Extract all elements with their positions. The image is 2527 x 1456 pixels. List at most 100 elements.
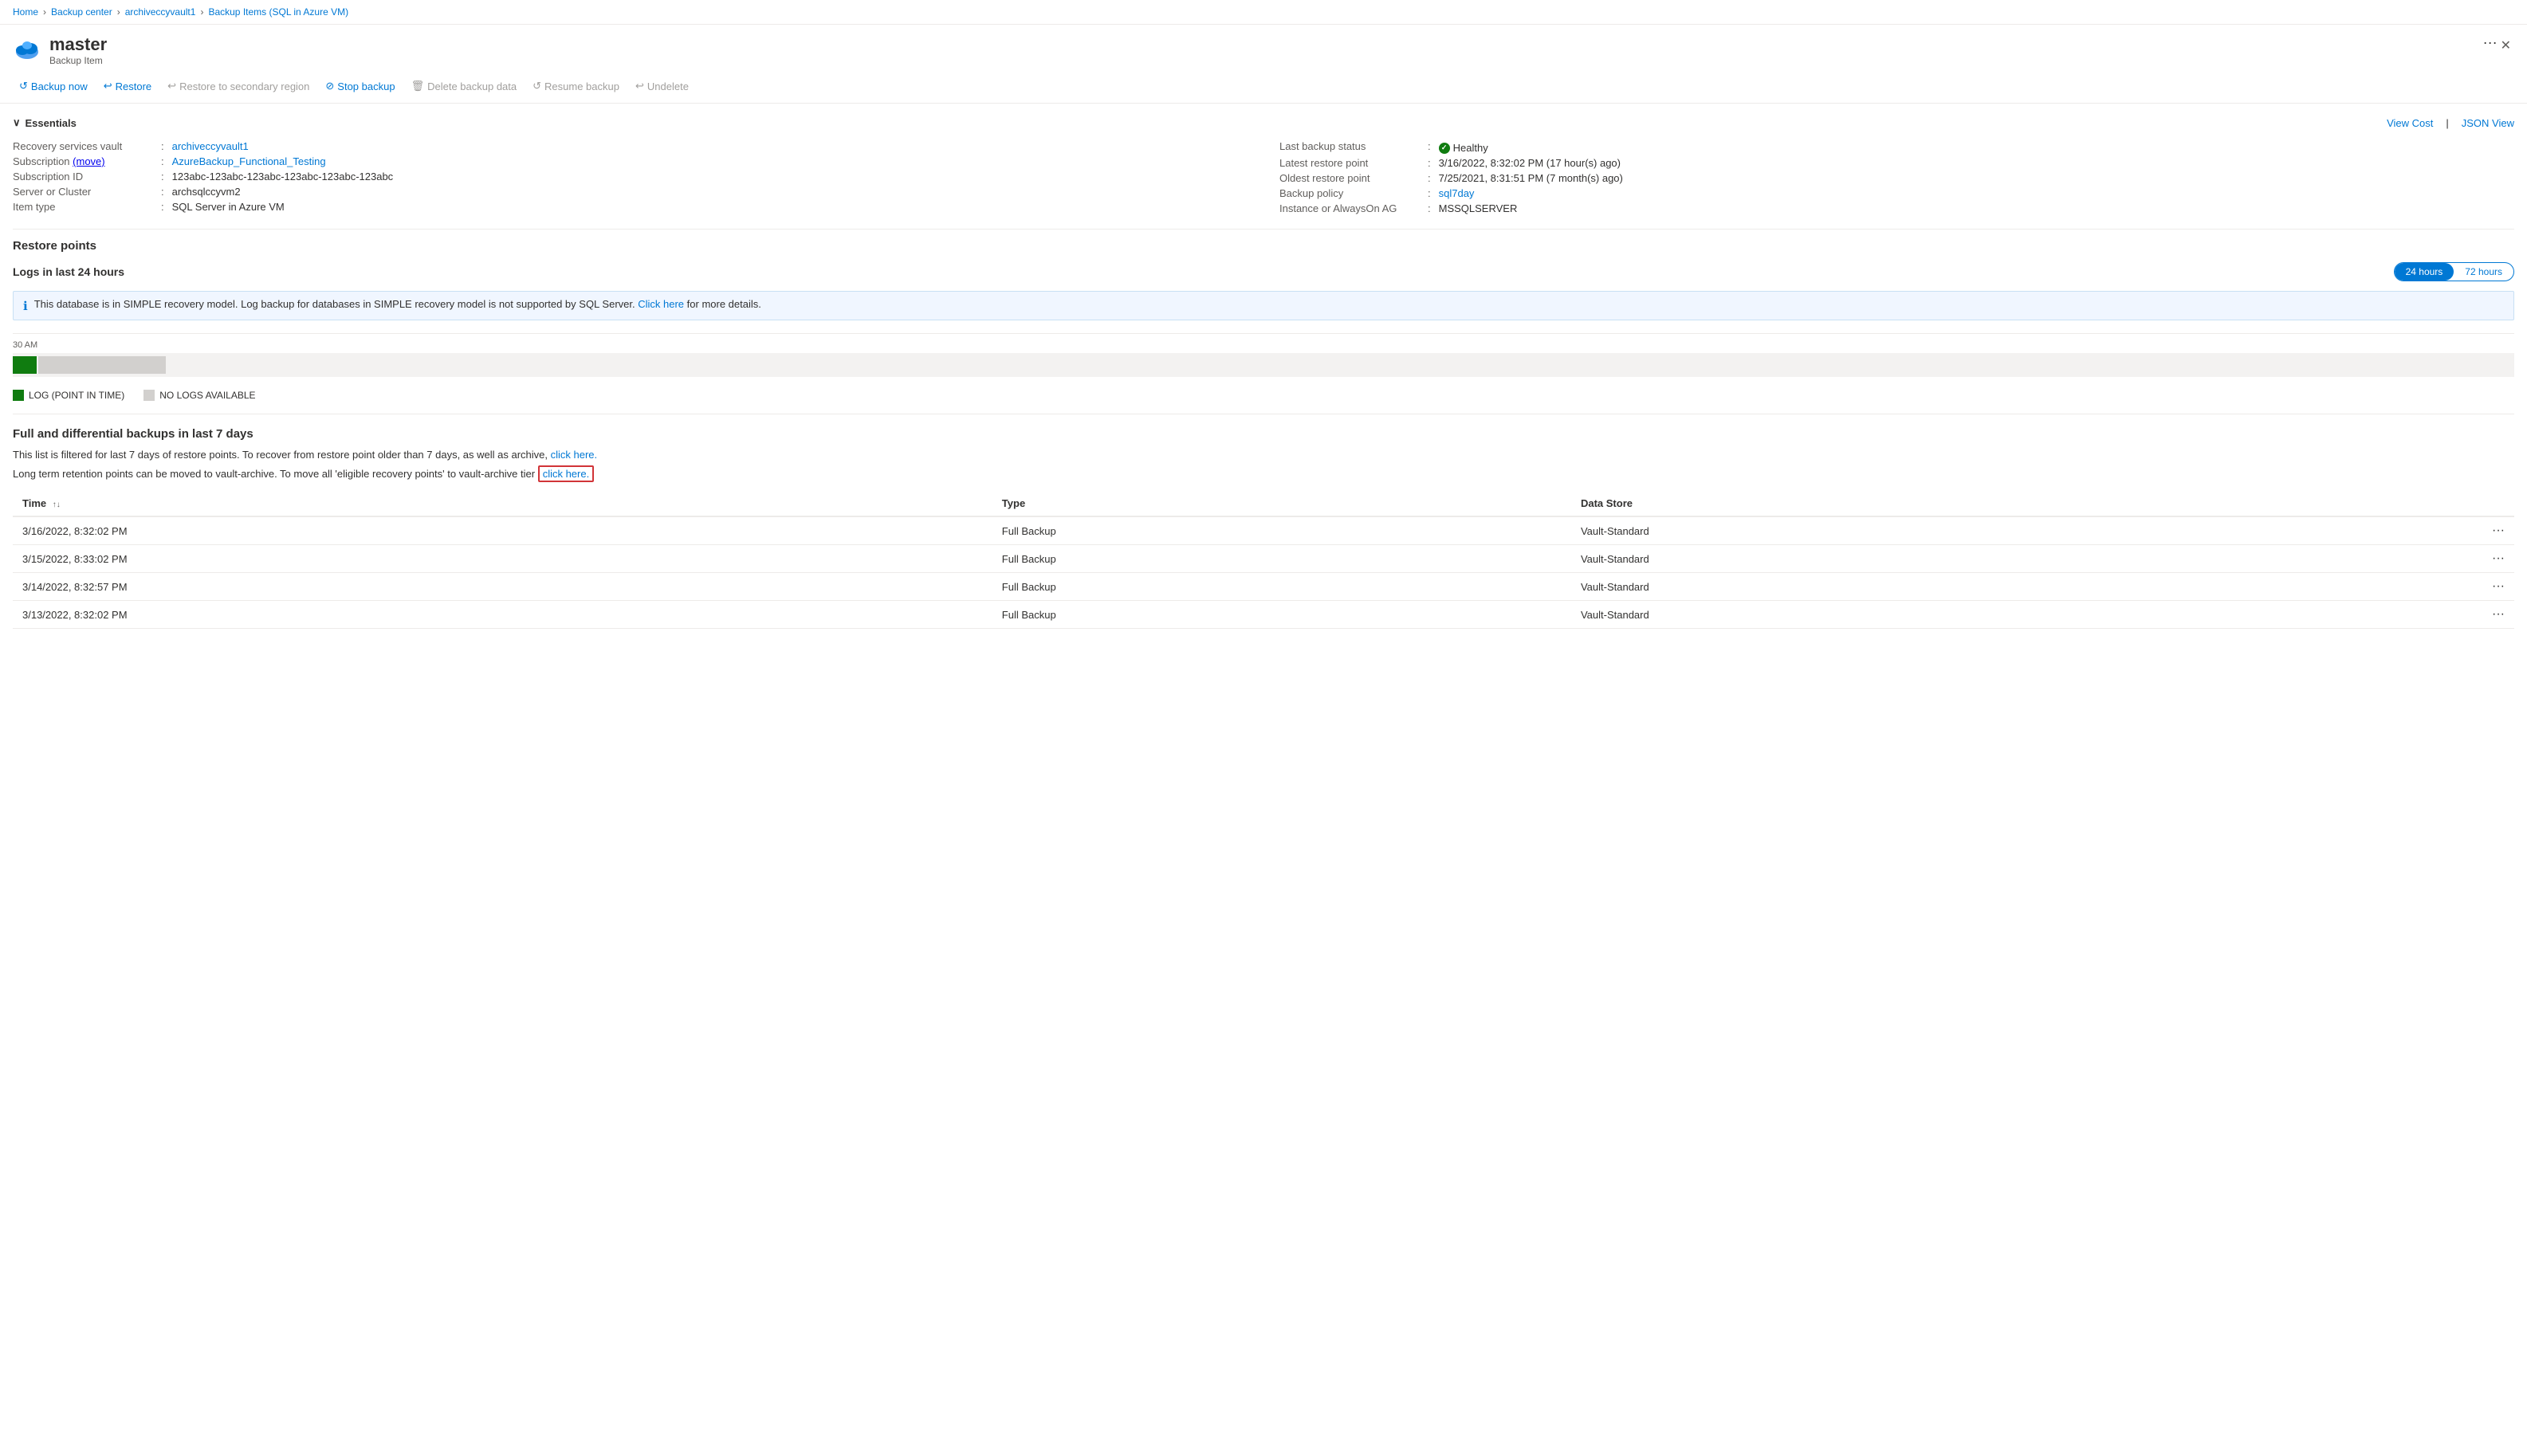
fd-link-2[interactable]: click here. [543, 468, 590, 480]
cell-row-menu[interactable]: ··· [2262, 516, 2514, 545]
row-menu-button[interactable]: ··· [2492, 524, 2505, 537]
row-menu-button[interactable]: ··· [2492, 551, 2505, 565]
app-icon [13, 34, 41, 63]
cell-row-menu[interactable]: ··· [2262, 545, 2514, 573]
breadcrumb-sep-3: › [200, 6, 203, 18]
essentials-row-vault: Recovery services vault : archiveccyvaul… [13, 139, 1248, 154]
hours-toggle-group: 24 hours 72 hours [2394, 262, 2514, 281]
json-view-link[interactable]: JSON View [2462, 117, 2514, 129]
backup-now-icon: ↺ [19, 80, 28, 92]
subscription-link[interactable]: AzureBackup_Functional_Testing [172, 155, 326, 167]
table-row: 3/14/2022, 8:32:57 PM Full Backup Vault-… [13, 573, 2514, 601]
essentials-row-server: Server or Cluster : archsqlccyvm2 [13, 184, 1248, 199]
main-content: ∨ Essentials View Cost | JSON View Recov… [0, 104, 2527, 642]
table-body: 3/16/2022, 8:32:02 PM Full Backup Vault-… [13, 516, 2514, 629]
close-button[interactable]: ✕ [2498, 34, 2514, 57]
breadcrumb-vault[interactable]: archiveccyvault1 [125, 6, 196, 18]
cell-datastore: Vault-Standard [1571, 601, 2262, 629]
page-title: master [49, 34, 2477, 55]
cell-type: Full Backup [992, 573, 1571, 601]
toggle-24h-button[interactable]: 24 hours [2395, 263, 2454, 281]
essentials-row-itemtype: Item type : SQL Server in Azure VM [13, 199, 1248, 214]
info-link[interactable]: Click here [638, 298, 684, 310]
restore-button[interactable]: ↩ Restore [97, 76, 158, 96]
toggle-72h-button[interactable]: 72 hours [2454, 263, 2513, 281]
stop-backup-button[interactable]: ⊘ Stop backup [319, 76, 401, 96]
fd-section: Full and differential backups in last 7 … [13, 427, 2514, 629]
breadcrumb: Home › Backup center › archiveccyvault1 … [0, 0, 2527, 25]
status-badge [1439, 143, 1450, 154]
fd-link-2-highlighted: click here. [538, 465, 595, 482]
table-row: 3/16/2022, 8:32:02 PM Full Backup Vault-… [13, 516, 2514, 545]
info-text: This database is in SIMPLE recovery mode… [34, 298, 761, 310]
fd-title: Full and differential backups in last 7 … [13, 427, 2514, 441]
fd-link-1[interactable]: click here. [551, 449, 598, 461]
essentials-row-subscription: Subscription (move) : AzureBackup_Functi… [13, 154, 1248, 169]
cell-datastore: Vault-Standard [1571, 545, 2262, 573]
cell-type: Full Backup [992, 516, 1571, 545]
row-menu-button[interactable]: ··· [2492, 579, 2505, 593]
backup-table: Time ↑↓ Type Data Store 3/16/2022, 8:32:… [13, 491, 2514, 629]
cell-datastore: Vault-Standard [1571, 573, 2262, 601]
essentials-right: Last backup status : Healthy Latest rest… [1279, 139, 2514, 216]
header-menu-button[interactable]: ··· [2483, 34, 2498, 51]
cell-row-menu[interactable]: ··· [2262, 601, 2514, 629]
chevron-down-icon: ∨ [13, 116, 21, 129]
undelete-button[interactable]: ↩ Undelete [629, 76, 695, 96]
vault-link[interactable]: archiveccyvault1 [172, 140, 249, 152]
essentials-links-sep: | [2446, 117, 2448, 129]
col-actions [2262, 491, 2514, 516]
cell-type: Full Backup [992, 545, 1571, 573]
page-subtitle: Backup Item [49, 55, 2477, 66]
table-header: Time ↑↓ Type Data Store [13, 491, 2514, 516]
delete-backup-button[interactable]: 🗑 Delete backup data [405, 76, 524, 96]
essentials-row-latest-restore: Latest restore point : 3/16/2022, 8:32:0… [1279, 155, 2514, 171]
col-time: Time ↑↓ [13, 491, 992, 516]
delete-backup-icon: 🗑 [411, 80, 425, 92]
breadcrumb-backup-items[interactable]: Backup Items (SQL in Azure VM) [208, 6, 348, 18]
cell-time: 3/13/2022, 8:32:02 PM [13, 601, 992, 629]
restore-icon: ↩ [104, 80, 112, 92]
cell-type: Full Backup [992, 601, 1571, 629]
fd-desc-2: Long term retention points can be moved … [13, 466, 2514, 482]
breadcrumb-sep-2: › [117, 6, 120, 18]
view-cost-link[interactable]: View Cost [2387, 117, 2433, 129]
essentials-left: Recovery services vault : archiveccyvaul… [13, 139, 1248, 216]
legend-swatch-nologs [143, 390, 155, 401]
restore-secondary-icon: ↩ [167, 80, 176, 92]
breadcrumb-backup-center[interactable]: Backup center [51, 6, 112, 18]
essentials-header: ∨ Essentials View Cost | JSON View [13, 116, 2514, 129]
essentials-grid: Recovery services vault : archiveccyvaul… [13, 139, 2514, 216]
page-header: master Backup Item ··· ✕ [0, 25, 2527, 73]
sort-icon-time[interactable]: ↑↓ [53, 500, 61, 509]
essentials-row-backup-status: Last backup status : Healthy [1279, 139, 2514, 155]
backup-now-button[interactable]: ↺ Backup now [13, 76, 94, 96]
timeline-legend: LOG (POINT IN TIME) NO LOGS AVAILABLE [13, 390, 2514, 401]
table-row: 3/13/2022, 8:32:02 PM Full Backup Vault-… [13, 601, 2514, 629]
essentials-row-oldest-restore: Oldest restore point : 7/25/2021, 8:31:5… [1279, 171, 2514, 186]
undelete-icon: ↩ [635, 80, 644, 92]
breadcrumb-home[interactable]: Home [13, 6, 38, 18]
info-box: ℹ This database is in SIMPLE recovery mo… [13, 291, 2514, 320]
policy-link[interactable]: sql7day [1439, 187, 1475, 199]
table-header-row: Time ↑↓ Type Data Store [13, 491, 2514, 516]
row-menu-button[interactable]: ··· [2492, 607, 2505, 621]
logs-title: Logs in last 24 hours [13, 265, 124, 278]
essentials-row-instance: Instance or AlwaysOn AG : MSSQLSERVER [1279, 201, 2514, 216]
info-icon: ℹ [23, 299, 28, 313]
restore-points-title: Restore points [13, 239, 2514, 253]
move-link[interactable]: (move) [73, 155, 104, 167]
cell-datastore: Vault-Standard [1571, 516, 2262, 545]
resume-backup-button[interactable]: ↺ Resume backup [526, 76, 626, 96]
restore-secondary-button[interactable]: ↩ Restore to secondary region [161, 76, 316, 96]
cell-row-menu[interactable]: ··· [2262, 573, 2514, 601]
timeline-bar-log [13, 356, 37, 374]
timeline-label: 30 AM [13, 340, 2514, 350]
legend-item-log: LOG (POINT IN TIME) [13, 390, 124, 401]
legend-swatch-log [13, 390, 24, 401]
timeline-bar-container [13, 353, 2514, 377]
stop-backup-icon: ⊘ [325, 80, 334, 92]
action-toolbar: ↺ Backup now ↩ Restore ↩ Restore to seco… [0, 73, 2527, 104]
resume-backup-icon: ↺ [533, 80, 541, 92]
header-text-block: master Backup Item [49, 34, 2477, 66]
